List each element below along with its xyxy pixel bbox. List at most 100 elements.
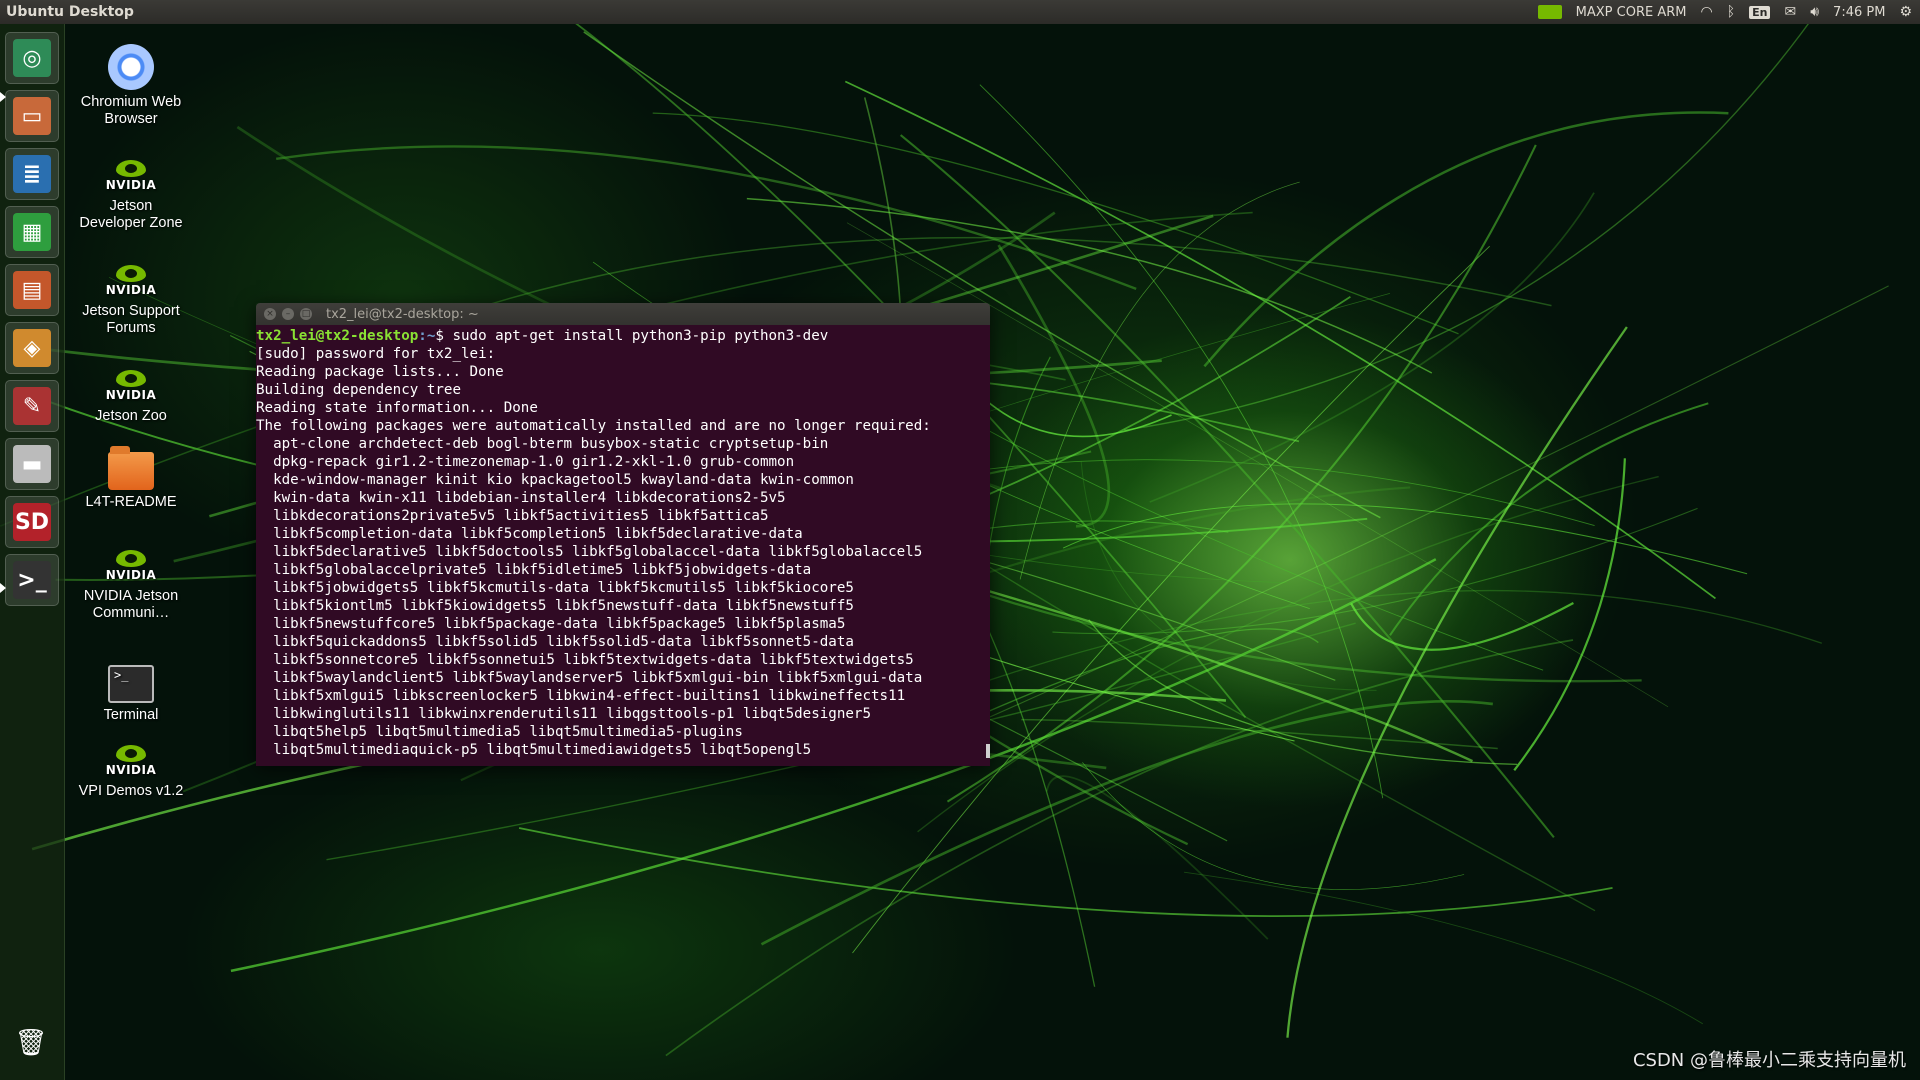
clock[interactable]: 7:46 PM: [1833, 5, 1885, 20]
desktop-icon[interactable]: NVIDIA VPI Demos v1.2: [76, 745, 186, 800]
running-indicator: [0, 92, 6, 102]
launcher-sd-card[interactable]: SD: [5, 496, 59, 548]
desktop-icon-label: L4T-README: [85, 494, 177, 510]
nvidia-eye-icon: [116, 265, 146, 282]
terminal-line: libkf5quickaddons5 libkf5solid5 libkf5so…: [256, 634, 854, 650]
nvidia-logo-icon: NVIDIA: [106, 745, 156, 779]
desktop-icon[interactable]: L4T-README: [76, 446, 186, 511]
terminal-line: kde-window-manager kinit kio kpackagetoo…: [256, 472, 854, 488]
prompt-user: tx2_lei@tx2-desktop: [256, 328, 419, 344]
desktop-icon-label: Jetson Developer Zone: [79, 198, 183, 231]
wallpaper-line: [1052, 507, 1698, 635]
desktop-icon[interactable]: NVIDIA NVIDIA Jetson Communi…: [76, 550, 186, 622]
launcher-system-settings[interactable]: ✎: [5, 380, 59, 432]
desktop-icon-label: Terminal: [103, 707, 159, 723]
launcher: ◎ ▭ ≣ ▦ ▤ ◈ ✎ ▬ SD >_ 🗑: [0, 24, 65, 1080]
nvidia-logo-icon: NVIDIA: [106, 160, 156, 194]
scrollbar[interactable]: [986, 744, 990, 758]
mail-icon[interactable]: ✉: [1784, 4, 1796, 20]
wallpaper-line: [1286, 326, 1628, 1038]
wallpaper-line: [1045, 775, 1269, 940]
maximize-icon[interactable]: □: [300, 308, 312, 320]
terminal-icon: >_: [13, 561, 51, 599]
nvidia-eye-icon: [116, 745, 146, 762]
bluetooth-icon[interactable]: ᛒ: [1727, 4, 1735, 20]
terminal-line: libkf5waylandclient5 libkf5waylandserver…: [256, 670, 923, 686]
libreoffice-impress-icon: ▤: [13, 271, 51, 309]
wallpaper-line: [1021, 718, 1498, 750]
desktop-icon[interactable]: >_ Terminal: [76, 665, 186, 724]
prompt-path: :~: [418, 328, 436, 344]
launcher-trash[interactable]: 🗑: [5, 1018, 57, 1068]
terminal-line: libqt5help5 libqt5multimedia5 libqt5mult…: [256, 724, 743, 740]
nvidia-wordmark: NVIDIA: [105, 283, 157, 297]
software-center-icon: ◈: [13, 329, 51, 367]
sd-card-icon: SD: [13, 503, 51, 541]
launcher-libreoffice-writer[interactable]: ≣: [5, 148, 59, 200]
watermark: CSDN @鲁棒最小二乘支持向量机: [1632, 1050, 1906, 1071]
terminal-line: The following packages were automaticall…: [256, 418, 931, 434]
terminal-title: tx2_lei@tx2-desktop: ~: [326, 306, 479, 322]
desktop-icon[interactable]: NVIDIA Jetson Zoo: [76, 370, 186, 425]
terminal-titlebar[interactable]: × – □ tx2_lei@tx2-desktop: ~: [256, 303, 990, 325]
desktop-icon-label: Jetson Zoo: [95, 408, 167, 424]
launcher-terminal[interactable]: >_: [5, 554, 59, 606]
folder-icon: [108, 446, 154, 490]
trash-icon: 🗑: [14, 1028, 48, 1058]
gear-icon[interactable]: ⚙: [1899, 4, 1912, 20]
launcher-files[interactable]: ▭: [5, 90, 59, 142]
minimize-icon[interactable]: –: [282, 308, 294, 320]
top-panel: Ubuntu Desktop MAXP CORE ARM ◠ ᛒ En ✉ 🔊︎…: [0, 0, 1920, 24]
nvidia-icon[interactable]: [1537, 5, 1562, 19]
terminal-line: Building dependency tree: [256, 382, 461, 398]
launcher-ubuntu-dash[interactable]: ◎: [5, 32, 59, 84]
nvidia-logo-icon: NVIDIA: [106, 370, 156, 404]
terminal-line: libkf5xmlgui5 libkscreenlocker5 libkwin4…: [256, 688, 906, 704]
wallpaper-line: [518, 827, 1613, 918]
terminal-line: dpkg-repack gir1.2-timezonemap-1.0 gir1.…: [256, 454, 795, 470]
terminal-window[interactable]: × – □ tx2_lei@tx2-desktop: ~ tx2_lei@tx2…: [256, 303, 990, 766]
terminal-line: libkf5declarative5 libkf5doctools5 libkf…: [256, 544, 923, 560]
wallpaper-line: [1513, 458, 1626, 771]
desktop-icon[interactable]: Chromium Web Browser: [76, 44, 186, 128]
wifi-icon[interactable]: ◠: [1701, 4, 1713, 20]
terminal-output[interactable]: tx2_lei@tx2-desktop:~$ sudo apt-get inst…: [256, 325, 990, 766]
wallpaper-line: [1149, 192, 1595, 503]
drive-icon: ▬: [13, 445, 51, 483]
wallpaper-line: [917, 475, 1659, 833]
wallpaper-line: [276, 145, 1137, 291]
close-icon[interactable]: ×: [264, 308, 276, 320]
desktop-icon-label: Chromium Web Browser: [80, 94, 182, 127]
wallpaper-line: [1062, 503, 1748, 575]
prompt-symbol: $: [435, 328, 444, 344]
ubuntu-dash-icon: ◎: [13, 39, 51, 77]
volume-icon[interactable]: 🔊︎: [1810, 4, 1819, 20]
desktop-icon[interactable]: NVIDIA Jetson Developer Zone: [76, 160, 186, 232]
terminal-line: apt-clone archdetect-deb bogl-bterm busy…: [256, 436, 829, 452]
wallpaper-line: [968, 589, 1823, 688]
running-indicator: [0, 583, 6, 593]
terminal-line: [sudo] password for tx2_lei:: [256, 346, 496, 362]
terminal-line: libkwinglutils11 libkwinxrenderutils11 l…: [256, 706, 871, 722]
launcher-drive[interactable]: ▬: [5, 438, 59, 490]
keyboard-layout-indicator[interactable]: En: [1749, 5, 1771, 19]
terminal-line: libqt5multimediaquick-p5 libqt5multimedi…: [256, 742, 812, 758]
nvidia-wordmark: NVIDIA: [105, 178, 157, 192]
wallpaper-line: [1203, 111, 1729, 368]
launcher-libreoffice-calc[interactable]: ▦: [5, 206, 59, 258]
wallpaper-line: [1350, 602, 1574, 651]
nvidia-eye-icon: [116, 370, 146, 387]
launcher-software-center[interactable]: ◈: [5, 322, 59, 374]
libreoffice-calc-icon: ▦: [13, 213, 51, 251]
launcher-libreoffice-impress[interactable]: ▤: [5, 264, 59, 316]
nvidia-eye-icon: [116, 160, 146, 177]
nvidia-wordmark: NVIDIA: [105, 763, 157, 777]
terminal-icon: >_: [108, 665, 154, 703]
desktop-icon[interactable]: NVIDIA Jetson Support Forums: [76, 265, 186, 337]
wallpaper-line: [1184, 871, 1704, 1025]
wallpaper-line: [1082, 762, 1465, 890]
system-tray: MAXP CORE ARM ◠ ᛒ En ✉ 🔊︎ 7:46 PM ⚙: [1537, 4, 1920, 20]
terminal-line: Reading state information... Done: [256, 400, 538, 416]
command-text: sudo apt-get install python3-pip python3…: [443, 328, 829, 344]
power-mode-label[interactable]: MAXP CORE ARM: [1576, 5, 1687, 20]
